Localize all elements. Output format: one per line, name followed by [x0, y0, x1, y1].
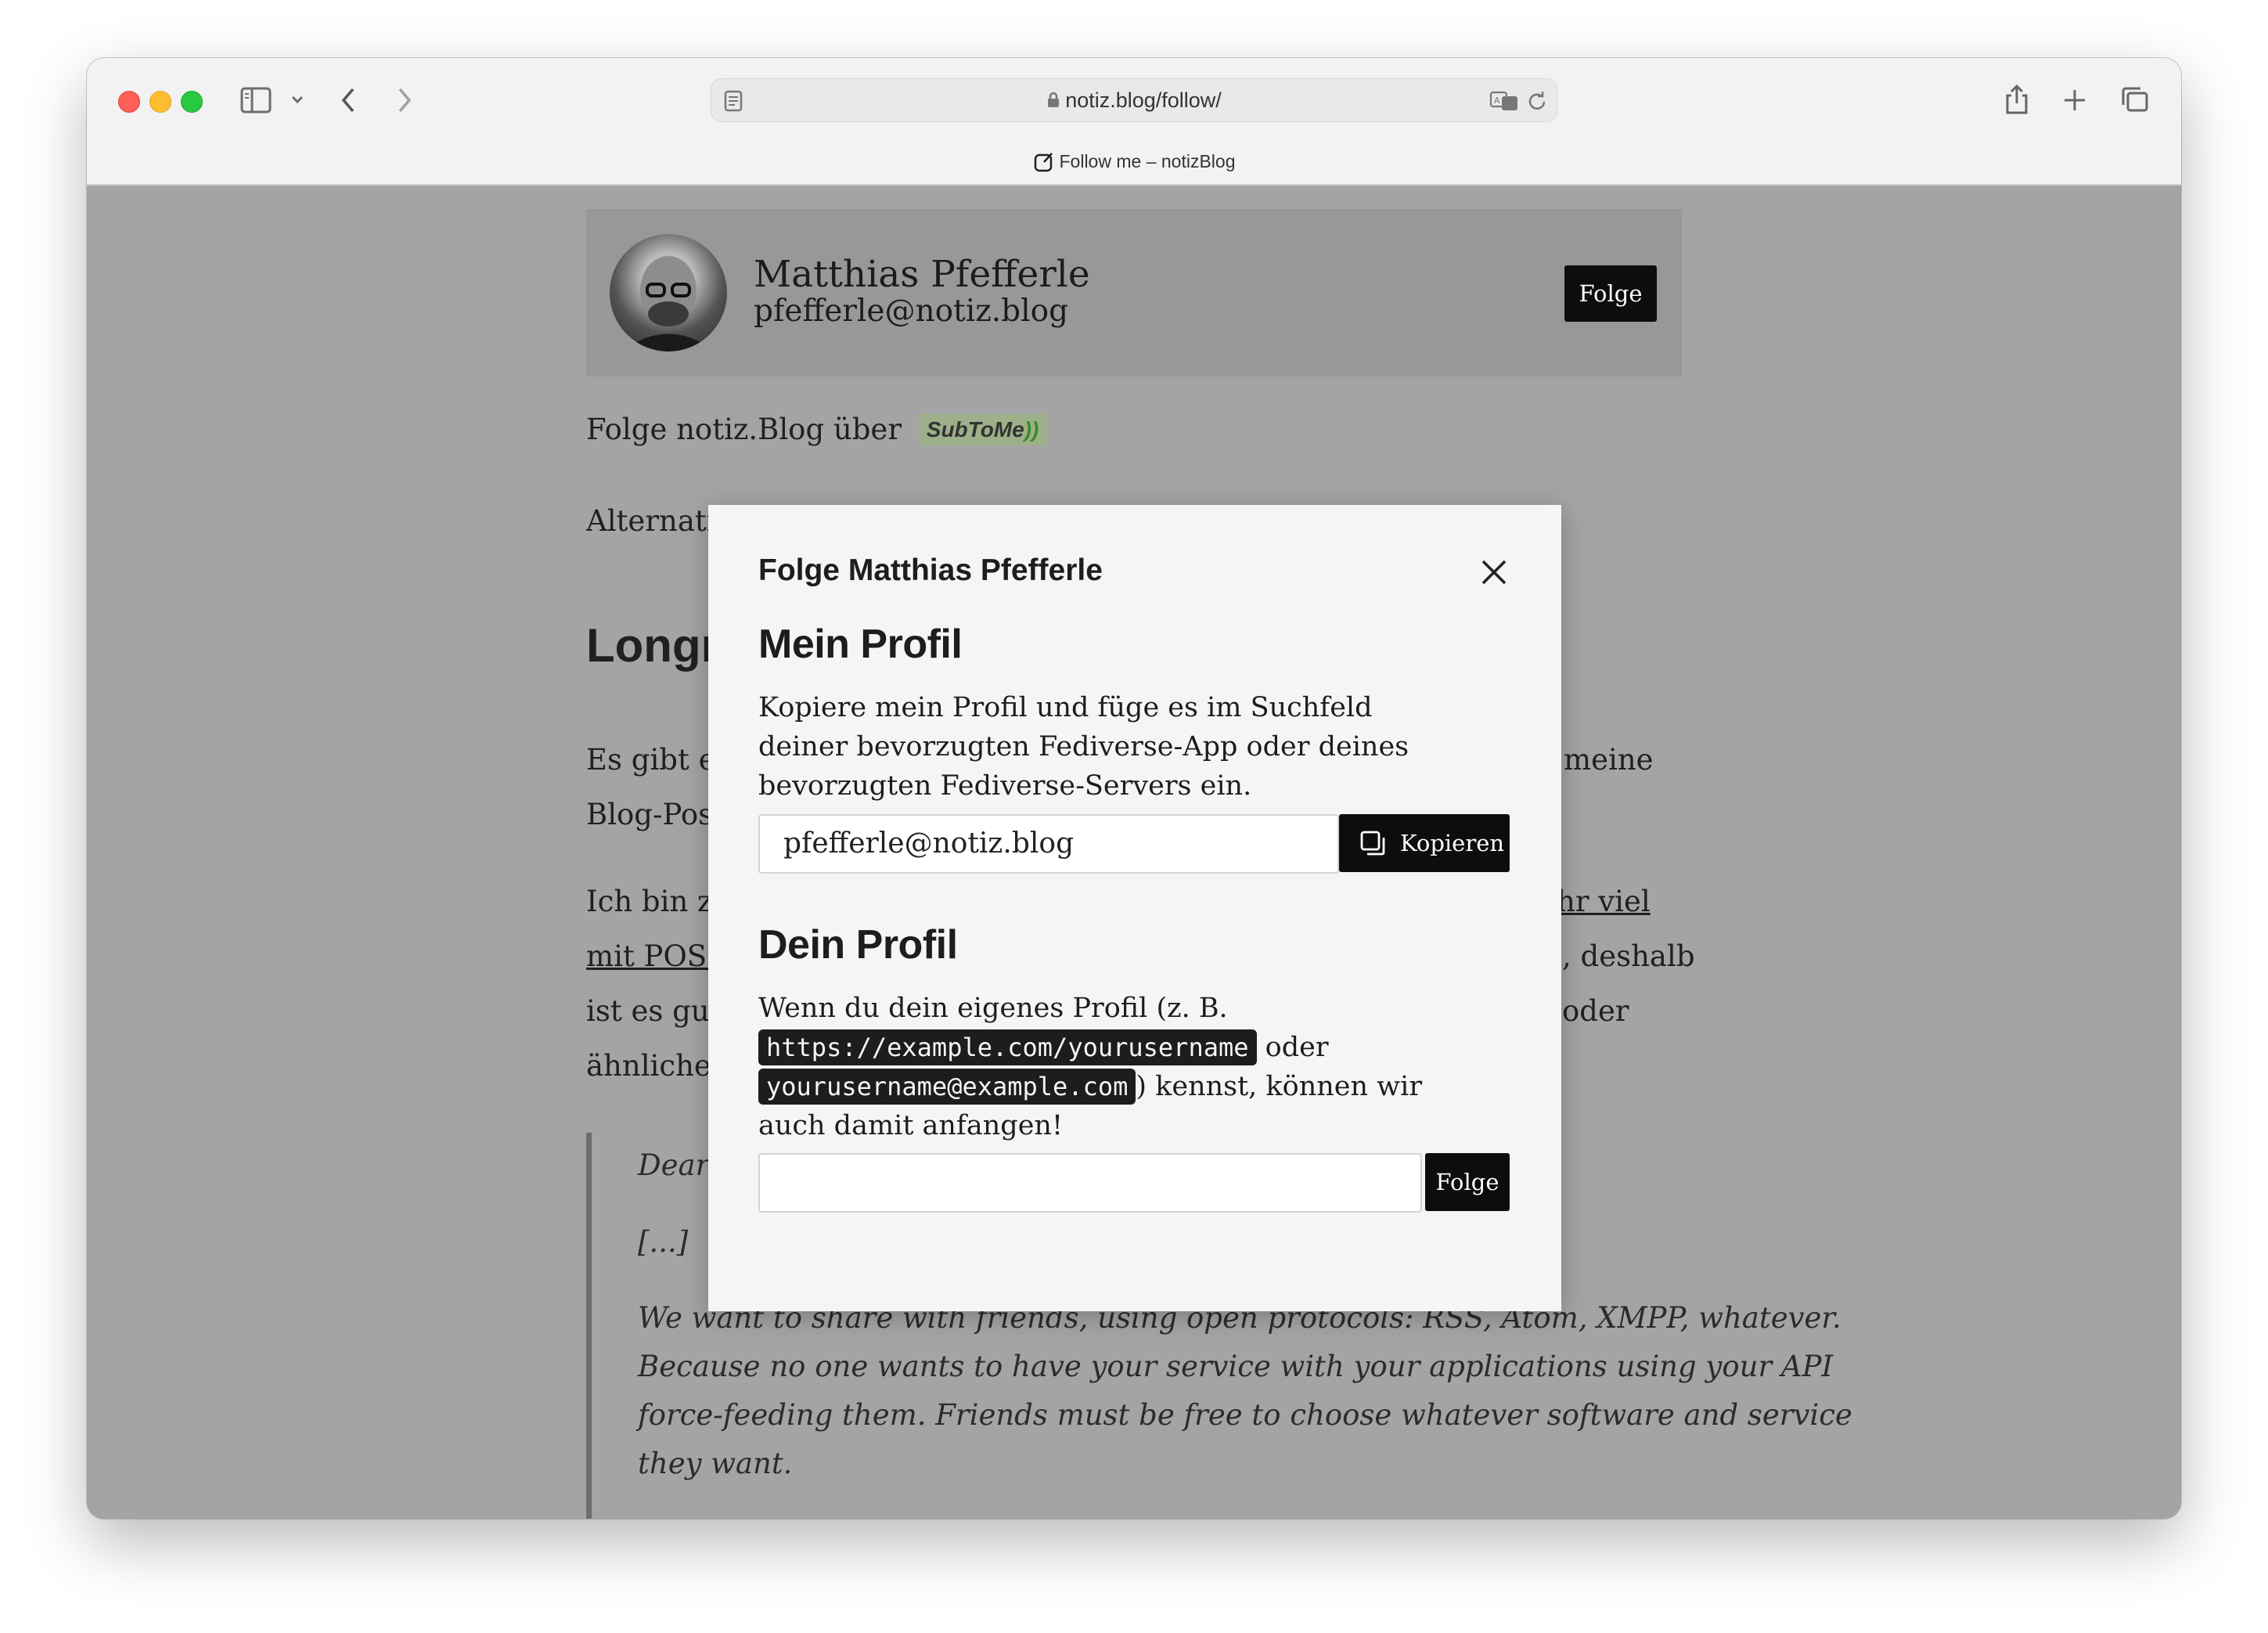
your-profile-heading: Dein Profil: [758, 922, 958, 968]
minimize-window-button[interactable]: [149, 91, 171, 113]
url-display[interactable]: notiz.blog/follow/: [711, 88, 1557, 113]
browser-toolbar: notiz.blog/follow/ A Follow me – notizBl…: [87, 58, 2181, 186]
example-url-code: https://example.com/yourusername: [758, 1029, 1257, 1065]
my-profile-description: Kopiere mein Profil und füge es im Suchf…: [758, 692, 1409, 802]
paragraph-text: ähnliche: [586, 1049, 711, 1083]
tab-overview-icon[interactable]: [2120, 86, 2150, 114]
paragraph-link[interactable]: mit POSS: [586, 939, 726, 973]
lock-icon: [1048, 92, 1060, 107]
section-heading: Longr: [586, 619, 719, 672]
follow-via-text: Folge notiz.Blog über SubToMe)): [586, 413, 1047, 446]
subtome-badge[interactable]: SubToMe)): [918, 414, 1047, 445]
paragraph-text: meine: [1564, 743, 1654, 777]
new-tab-plus-icon[interactable]: [2062, 88, 2087, 113]
my-profile-handle-field[interactable]: pfefferle@notiz.blog: [758, 814, 1339, 874]
profile-handle: pfefferle@notiz.blog: [754, 294, 1069, 329]
header-follow-label: Folge: [1579, 280, 1643, 307]
copy-button[interactable]: Kopieren: [1339, 814, 1510, 872]
tab-title-text: Follow me – notizBlog: [1059, 151, 1236, 171]
url-text: notiz.blog/follow/: [1065, 88, 1222, 112]
page-content: Matthias Pfefferle pfefferle@notiz.blog …: [87, 186, 2181, 1519]
back-arrow-icon[interactable]: [339, 86, 358, 114]
modal-follow-button[interactable]: Folge: [1425, 1153, 1510, 1211]
your-profile-description: Wenn du dein eigenes Profil (z. B. https…: [758, 993, 1423, 1141]
share-icon[interactable]: [2004, 83, 2029, 116]
paragraph-text: , deshalb: [1562, 939, 1695, 973]
translate-icon[interactable]: A: [1489, 90, 1519, 112]
your-profile-input[interactable]: [758, 1153, 1422, 1213]
paragraph-text: oder: [1562, 994, 1629, 1028]
reload-icon[interactable]: [1527, 89, 1549, 113]
paragraph-link[interactable]: hr viel: [1557, 885, 1651, 918]
svg-text:A: A: [1494, 96, 1500, 106]
profile-name: Matthias Pfefferle: [754, 253, 1090, 296]
header-follow-button[interactable]: Folge: [1564, 265, 1657, 322]
zoom-window-button[interactable]: [181, 91, 203, 113]
avatar: [610, 234, 727, 351]
alternative-text: Alternati: [586, 504, 716, 538]
profile-header: Matthias Pfefferle pfefferle@notiz.blog …: [586, 209, 1682, 377]
copy-button-label: Kopieren: [1400, 830, 1505, 856]
close-icon[interactable]: [1480, 558, 1508, 586]
quote-line: Dear: [638, 1148, 710, 1182]
site-favicon-icon: [1034, 153, 1053, 172]
my-profile-heading: Mein Profil: [758, 622, 963, 667]
modal-follow-label: Folge: [1435, 1169, 1499, 1195]
forward-arrow-icon[interactable]: [395, 86, 414, 114]
quote-line: they want.: [638, 1447, 793, 1480]
quote-line: force-feeding them. Friends must be free…: [638, 1398, 1852, 1432]
paragraph-text: ist es gut: [586, 994, 722, 1028]
address-bar[interactable]: notiz.blog/follow/ A: [711, 78, 1557, 122]
paragraph-text: Blog-Pos: [586, 798, 714, 831]
active-tab[interactable]: Follow me – notizBlog: [87, 151, 2181, 173]
close-window-button[interactable]: [118, 91, 140, 113]
paragraph-text: Es gibt ei: [586, 743, 725, 777]
quote-line: Because no one wants to have your servic…: [638, 1350, 1834, 1383]
blockquote-border: [586, 1133, 592, 1519]
handle-value: pfefferle@notiz.blog: [783, 827, 1075, 860]
modal-title: Folge Matthias Pfefferle: [758, 553, 1103, 587]
browser-window: notiz.blog/follow/ A Follow me – notizBl…: [87, 58, 2181, 1519]
chevron-down-icon[interactable]: [290, 94, 304, 105]
quote-line: [...]: [638, 1225, 689, 1259]
sidebar-icon[interactable]: [240, 87, 272, 114]
example-handle-code: yourusername@example.com: [758, 1069, 1136, 1105]
copy-icon: [1360, 831, 1385, 856]
follow-modal: Folge Matthias Pfefferle Mein Profil Kop…: [708, 505, 1561, 1311]
